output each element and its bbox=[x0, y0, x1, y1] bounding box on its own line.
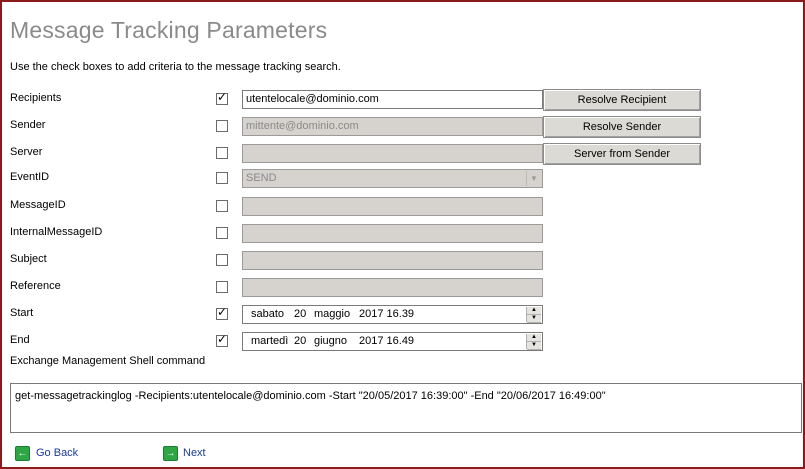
eventid-label: EventID bbox=[10, 171, 50, 183]
resolve-sender-button[interactable]: Resolve Sender bbox=[543, 116, 701, 138]
row-server: Server Server from Sender bbox=[2, 143, 802, 166]
page-subtitle: Use the check boxes to add criteria to t… bbox=[10, 61, 341, 73]
sender-checkbox[interactable] bbox=[216, 120, 228, 132]
subject-checkbox[interactable] bbox=[216, 254, 228, 266]
eventid-checkbox[interactable] bbox=[216, 172, 228, 184]
end-checkbox[interactable]: ✓ bbox=[216, 332, 228, 347]
go-back-link[interactable]: Go Back bbox=[36, 447, 78, 459]
row-start: Start ✓ sabato 20 maggio 2017 16.39 ▲ ▼ bbox=[2, 305, 802, 327]
green-left-arrow-icon[interactable]: ← bbox=[15, 446, 30, 461]
start-datetime-picker[interactable]: sabato 20 maggio 2017 16.39 ▲ ▼ bbox=[242, 305, 543, 324]
green-right-arrow-icon[interactable]: → bbox=[163, 446, 178, 461]
start-label: Start bbox=[10, 307, 34, 319]
row-eventid: EventID SEND ▼ bbox=[2, 169, 802, 191]
internalmessageid-input[interactable] bbox=[242, 224, 543, 243]
internalmessageid-label: InternalMessageID bbox=[10, 226, 103, 238]
start-month[interactable]: maggio bbox=[314, 306, 350, 323]
sender-input[interactable]: mittente@dominio.com bbox=[242, 117, 543, 136]
next-link[interactable]: Next bbox=[183, 447, 206, 459]
end-label: End bbox=[10, 334, 30, 346]
messageid-input[interactable] bbox=[242, 197, 543, 216]
spin-down-icon[interactable]: ▼ bbox=[527, 342, 541, 350]
row-recipients: Recipients ✓ utentelocale@dominio.com Re… bbox=[2, 89, 802, 112]
recipients-label: Recipients bbox=[10, 92, 62, 104]
end-day[interactable]: 20 bbox=[294, 333, 306, 350]
row-reference: Reference bbox=[2, 278, 802, 300]
start-checkbox[interactable]: ✓ bbox=[216, 305, 228, 320]
spin-up-icon[interactable]: ▲ bbox=[527, 307, 541, 315]
server-input[interactable] bbox=[242, 144, 543, 163]
row-messageid: MessageID bbox=[2, 197, 802, 219]
end-year-time[interactable]: 2017 16.49 bbox=[359, 333, 414, 350]
eventid-selected-value: SEND bbox=[246, 172, 277, 184]
end-spinner[interactable]: ▲ ▼ bbox=[526, 334, 541, 350]
resolve-recipient-button[interactable]: Resolve Recipient bbox=[543, 89, 701, 111]
sender-label: Sender bbox=[10, 119, 46, 131]
recipients-input[interactable]: utentelocale@dominio.com bbox=[242, 90, 543, 109]
server-label: Server bbox=[10, 146, 43, 158]
reference-label: Reference bbox=[10, 280, 61, 292]
server-checkbox[interactable] bbox=[216, 147, 228, 159]
chevron-down-icon[interactable]: ▼ bbox=[526, 171, 541, 186]
internalmessageid-checkbox[interactable] bbox=[216, 227, 228, 239]
eventid-select[interactable]: SEND ▼ bbox=[242, 169, 543, 188]
page-title: Message Tracking Parameters bbox=[10, 17, 328, 43]
shell-command-textarea[interactable]: get-messagetrackinglog -Recipients:utent… bbox=[10, 383, 802, 433]
subject-input[interactable] bbox=[242, 251, 543, 270]
shell-command-text: get-messagetrackinglog -Recipients:utent… bbox=[15, 390, 606, 402]
window-frame: Message Tracking Parameters Use the chec… bbox=[0, 0, 805, 469]
subject-label: Subject bbox=[10, 253, 47, 265]
start-spinner[interactable]: ▲ ▼ bbox=[526, 307, 541, 323]
recipients-checkbox[interactable]: ✓ bbox=[216, 90, 228, 105]
end-weekday[interactable]: martedì bbox=[251, 333, 288, 350]
messageid-label: MessageID bbox=[10, 199, 66, 211]
start-year-time[interactable]: 2017 16.39 bbox=[359, 306, 414, 323]
end-datetime-picker[interactable]: martedì 20 giugno 2017 16.49 ▲ ▼ bbox=[242, 332, 543, 351]
spin-down-icon[interactable]: ▼ bbox=[527, 315, 541, 323]
check-mark-icon: ✓ bbox=[217, 90, 228, 104]
end-month[interactable]: giugno bbox=[314, 333, 347, 350]
start-day[interactable]: 20 bbox=[294, 306, 306, 323]
messageid-checkbox[interactable] bbox=[216, 200, 228, 212]
spin-up-icon[interactable]: ▲ bbox=[527, 334, 541, 342]
row-subject: Subject bbox=[2, 251, 802, 273]
start-weekday[interactable]: sabato bbox=[251, 306, 284, 323]
row-sender: Sender mittente@dominio.com Resolve Send… bbox=[2, 116, 802, 139]
shell-command-label: Exchange Management Shell command bbox=[10, 355, 206, 367]
reference-checkbox[interactable] bbox=[216, 281, 228, 293]
reference-input[interactable] bbox=[242, 278, 543, 297]
check-mark-icon: ✓ bbox=[217, 305, 228, 319]
row-end: End ✓ martedì 20 giugno 2017 16.49 ▲ ▼ bbox=[2, 332, 802, 354]
check-mark-icon: ✓ bbox=[217, 332, 228, 346]
server-from-sender-button[interactable]: Server from Sender bbox=[543, 143, 701, 165]
row-internalmessageid: InternalMessageID bbox=[2, 224, 802, 246]
